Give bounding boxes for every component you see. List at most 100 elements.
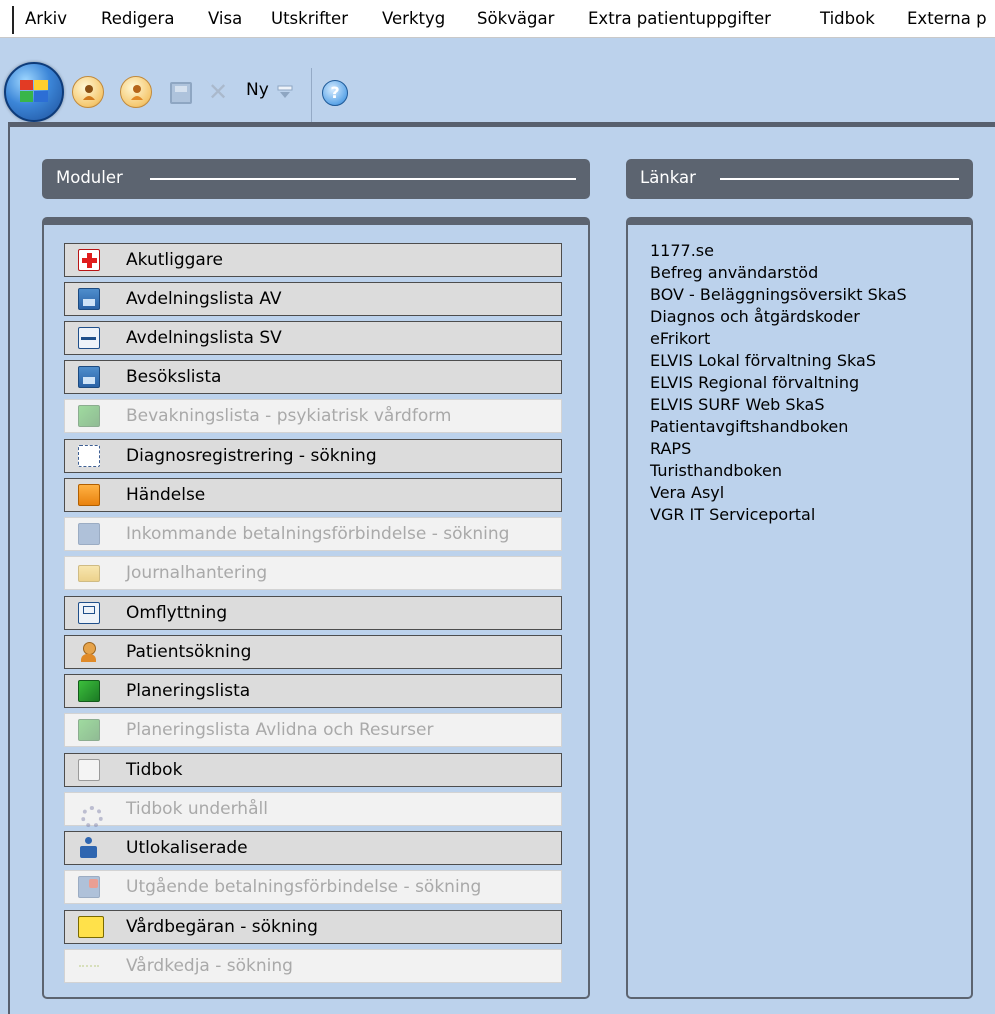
green-book-icon (78, 680, 100, 702)
visit-board-icon (78, 366, 100, 388)
module-avdelningslista-av[interactable]: Avdelningslista AV (64, 282, 562, 316)
window-edge (12, 6, 14, 34)
module-avdelningslista-sv[interactable]: Avdelningslista SV (64, 321, 562, 355)
new-button[interactable]: Ny (246, 80, 269, 100)
module-label: Inkommande betalningsförbindelse - sökni… (126, 524, 510, 544)
module-label: Avdelningslista SV (126, 328, 282, 348)
module-tidbok-underhall: Tidbok underhåll (64, 792, 562, 828)
menu-bar: Arkiv Redigera Visa Utskrifter Verktyg S… (0, 0, 995, 38)
outgoing-bf-icon (78, 876, 100, 898)
module-planeringslista-avlidna: Planeringslista Avlidna och Resurser (64, 713, 562, 747)
module-handelse[interactable]: Händelse (64, 478, 562, 512)
patient-icon[interactable] (120, 76, 152, 108)
menu-sokvagar[interactable]: Sökvägar (477, 9, 554, 28)
save-icon[interactable] (170, 82, 192, 104)
module-label: Planeringslista (126, 681, 251, 701)
menu-arkiv[interactable]: Arkiv (25, 9, 67, 28)
link-bov[interactable]: BOV - Beläggningsöversikt SkaS (650, 285, 907, 304)
toolbar-separator (311, 68, 312, 126)
relocation-icon (78, 602, 100, 624)
link-elvis-lokal[interactable]: ELVIS Lokal förvaltning SkaS (650, 351, 876, 370)
moduler-header: Moduler (42, 159, 590, 199)
module-label: Avdelningslista AV (126, 289, 282, 309)
moduler-panel: Akutliggare Avdelningslista AV Avdelning… (42, 217, 590, 999)
module-bevakningslista: Bevakningslista - psykiatrisk vårdform (64, 399, 562, 433)
toolbar: ✕ Ny ? (0, 38, 995, 126)
module-omflyttning[interactable]: Omflyttning (64, 596, 562, 630)
menu-utskrifter[interactable]: Utskrifter (271, 9, 348, 28)
menu-extra-patientuppgifter[interactable]: Extra patientuppgifter (588, 9, 771, 28)
link-patientavgift[interactable]: Patientavgiftshandboken (650, 417, 848, 436)
lankar-panel: 1177.se Befreg användarstöd BOV - Belägg… (626, 217, 973, 999)
link-elvis-surf[interactable]: ELVIS SURF Web SkaS (650, 395, 825, 414)
event-bag-icon (78, 484, 100, 506)
lankar-header: Länkar (626, 159, 973, 199)
menu-visa[interactable]: Visa (208, 9, 242, 28)
link-vgr-it[interactable]: VGR IT Serviceportal (650, 505, 815, 524)
green-book-icon (78, 405, 100, 427)
menu-externa[interactable]: Externa p (907, 9, 987, 28)
module-utlokaliserade[interactable]: Utlokaliserade (64, 831, 562, 865)
module-label: Utgående betalningsförbindelse - sökning (126, 877, 482, 897)
link-1177[interactable]: 1177.se (650, 241, 714, 260)
red-cross-icon (78, 249, 100, 271)
module-label: Omflyttning (126, 603, 228, 623)
user-desk-icon (78, 837, 100, 859)
bed-icon (78, 327, 100, 349)
module-label: Diagnosregistrering - sökning (126, 446, 377, 466)
module-planeringslista[interactable]: Planeringslista (64, 674, 562, 708)
calendar-gear-icon (78, 798, 103, 828)
folder-icon (78, 565, 100, 582)
link-turisthandboken[interactable]: Turisthandboken (650, 461, 782, 480)
module-label: Besökslista (126, 367, 222, 387)
module-label: Bevakningslista - psykiatrisk vårdform (126, 406, 452, 426)
module-label: Tidbok (126, 760, 183, 780)
menu-tidbok[interactable]: Tidbok (820, 9, 875, 28)
module-patientsokning[interactable]: Patientsökning (64, 635, 562, 669)
module-akutliggare[interactable]: Akutliggare (64, 243, 562, 277)
module-journalhantering: Journalhantering (64, 556, 562, 590)
module-label: Akutliggare (126, 250, 223, 270)
link-diagnos[interactable]: Diagnos och åtgärdskoder (650, 307, 860, 326)
main-area: Moduler Länkar Akutliggare Avdelningslis… (8, 122, 995, 1014)
green-book-icon (78, 719, 100, 741)
link-befreg[interactable]: Befreg användarstöd (650, 263, 818, 282)
link-efrikort[interactable]: eFrikort (650, 329, 710, 348)
dropdown-arrow-icon[interactable] (277, 84, 293, 100)
moduler-title: Moduler (56, 168, 123, 187)
calendar-icon (78, 759, 100, 781)
module-label: Vårdbegäran - sökning (126, 917, 318, 937)
link-elvis-regional[interactable]: ELVIS Regional förvaltning (650, 373, 859, 392)
chain-icon (78, 955, 100, 977)
ward-board-icon (78, 288, 100, 310)
delete-icon[interactable]: ✕ (208, 78, 228, 106)
lankar-title: Länkar (640, 168, 696, 187)
module-label: Patientsökning (126, 642, 252, 662)
module-label: Planeringslista Avlidna och Resurser (126, 720, 434, 740)
moduler-header-line (150, 178, 576, 180)
menu-redigera[interactable]: Redigera (101, 9, 174, 28)
module-diagnosregistrering[interactable]: Diagnosregistrering - sökning (64, 439, 562, 473)
module-inkommande-betalning: Inkommande betalningsförbindelse - sökni… (64, 517, 562, 551)
module-utgaende-betalning: Utgående betalningsförbindelse - sökning (64, 870, 562, 904)
patient-search-icon (78, 641, 100, 663)
incoming-bf-icon (78, 523, 100, 545)
link-raps[interactable]: RAPS (650, 439, 691, 458)
diagnosis-code-icon (78, 445, 100, 467)
vb-icon (78, 916, 104, 938)
module-label: Utlokaliserade (126, 838, 248, 858)
module-vardbegaran[interactable]: Vårdbegäran - sökning (64, 910, 562, 944)
module-tidbok[interactable]: Tidbok (64, 753, 562, 787)
lankar-header-line (720, 178, 959, 180)
help-icon[interactable]: ? (322, 80, 348, 106)
puzzle-orb-icon[interactable] (4, 62, 64, 122)
module-label: Händelse (126, 485, 206, 505)
module-vardkedja: Vårdkedja - sökning (64, 949, 562, 983)
link-vera-asyl[interactable]: Vera Asyl (650, 483, 724, 502)
module-label: Tidbok underhåll (126, 799, 268, 819)
patient-search-icon[interactable] (72, 76, 104, 108)
menu-verktyg[interactable]: Verktyg (382, 9, 445, 28)
module-label: Journalhantering (126, 563, 268, 583)
module-besokslista[interactable]: Besökslista (64, 360, 562, 394)
module-label: Vårdkedja - sökning (126, 956, 293, 976)
